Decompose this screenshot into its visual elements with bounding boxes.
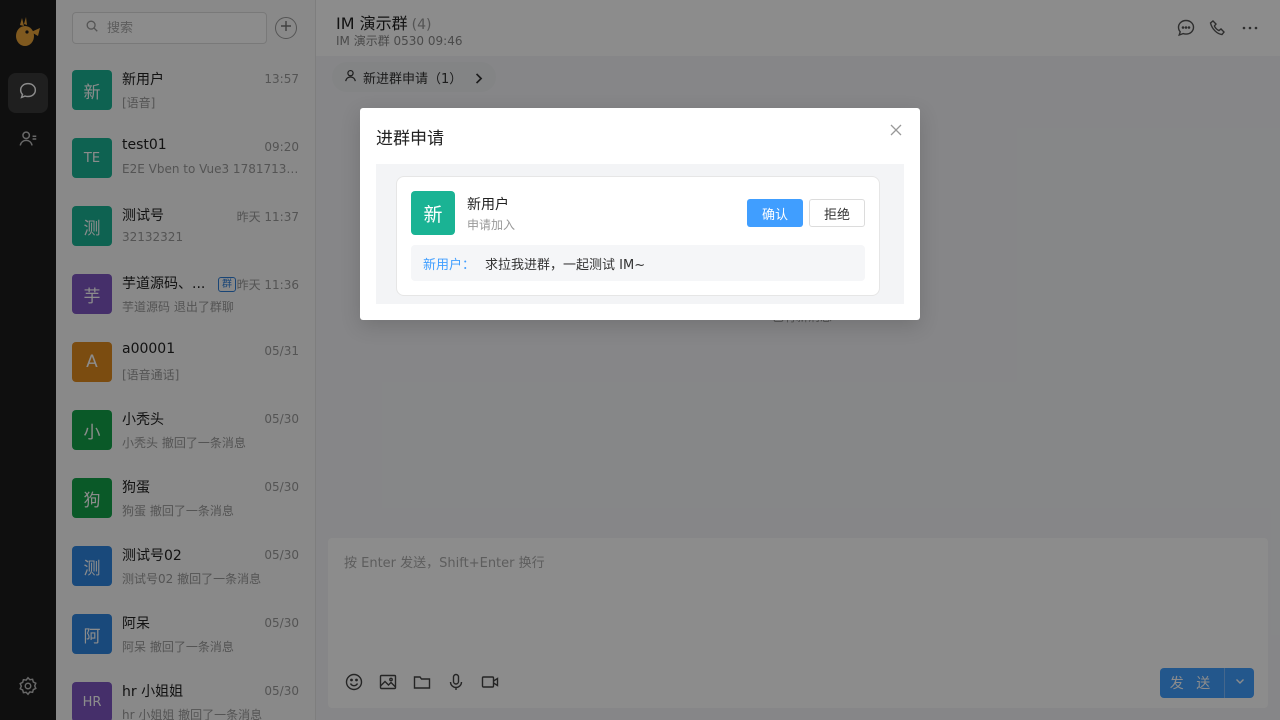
join-request-card: 新 新用户 申请加入 确认 拒绝 新用户： 求拉我进群，一起测试 IM~ xyxy=(396,176,880,296)
reject-button[interactable]: 拒绝 xyxy=(809,199,865,227)
applicant-name: 新用户 xyxy=(467,197,509,213)
modal-body: 新 新用户 申请加入 确认 拒绝 新用户： 求拉我进群，一起测试 IM~ xyxy=(376,164,904,304)
message-sender: 新用户： xyxy=(423,257,476,273)
join-request-modal: 进群申请 新 新用户 申请加入 确认 拒绝 新用户： 求拉我进群，一起测试 IM… xyxy=(360,108,920,320)
message-text: 求拉我进群，一起测试 IM~ xyxy=(485,257,646,273)
close-icon[interactable] xyxy=(889,123,903,137)
modal-title: 进群申请 xyxy=(376,129,444,149)
avatar: 新 xyxy=(411,191,455,235)
request-status: 申请加入 xyxy=(467,218,516,232)
request-message: 新用户： 求拉我进群，一起测试 IM~ xyxy=(411,245,865,281)
confirm-button[interactable]: 确认 xyxy=(747,199,803,227)
